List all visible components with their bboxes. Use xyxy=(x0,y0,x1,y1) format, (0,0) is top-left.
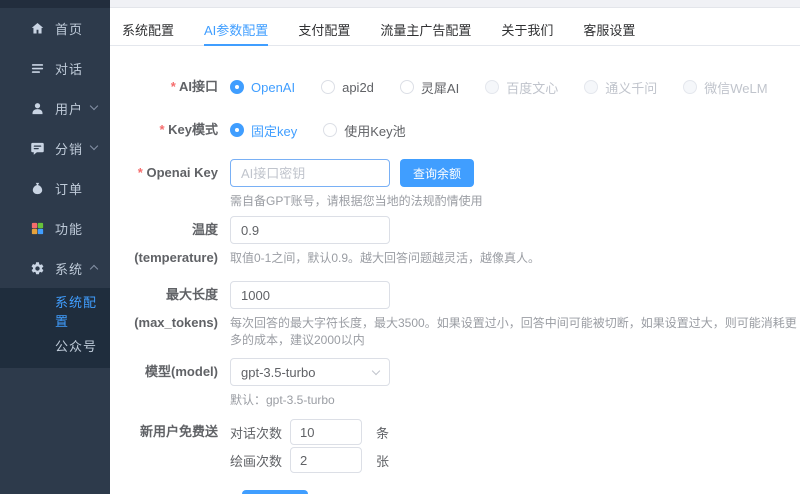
save-button[interactable]: ✓ 保存 xyxy=(242,490,309,494)
tab-ai-params[interactable]: AI参数配置 xyxy=(204,20,269,46)
chat-count-unit: 条 xyxy=(376,425,390,441)
query-balance-button[interactable]: 查询余额 xyxy=(400,159,475,187)
free-chat-quota-row: 对话次数 条 xyxy=(230,419,800,445)
radio-fixed-key[interactable]: 固定key xyxy=(230,121,297,140)
radio-lingxi-ai[interactable]: 灵犀AI xyxy=(399,78,459,97)
openai-key-input[interactable] xyxy=(230,159,390,187)
chevron-up-icon xyxy=(89,264,99,274)
sidebar-item-features[interactable]: 功能 xyxy=(0,208,110,248)
tab-about-us[interactable]: 关于我们 xyxy=(501,20,553,45)
radio-icon xyxy=(399,80,414,94)
sidebar-item-home[interactable]: 首页 xyxy=(0,8,110,48)
field-label: 新用户免费送 xyxy=(139,424,218,439)
temperature-input[interactable] xyxy=(230,216,390,244)
draw-count-input[interactable] xyxy=(290,447,363,473)
tab-customer-service[interactable]: 客服设置 xyxy=(583,20,635,45)
tab-payment-config[interactable]: 支付配置 xyxy=(298,20,350,45)
chat-count-input[interactable] xyxy=(290,419,363,445)
draw-count-unit: 张 xyxy=(376,453,390,469)
ai-interface-radio-group: OpenAI api2d 灵犀AI 百度文心 通义千问 微信WeLM xyxy=(230,77,800,97)
draw-count-label: 绘画次数 xyxy=(230,453,283,469)
sidebar-subitem-official-account[interactable]: 公众号 xyxy=(0,328,110,362)
form-actions: ✓ 保存 xyxy=(242,490,800,494)
settings-tabbar: 系统配置 AI参数配置 支付配置 流量主广告配置 关于我们 客服设置 xyxy=(110,8,800,46)
chevron-down-icon xyxy=(371,366,381,376)
sidebar-item-distribution[interactable]: 分销 xyxy=(0,128,110,168)
tab-system-config[interactable]: 系统配置 xyxy=(122,20,174,45)
user-icon xyxy=(29,100,45,116)
field-label: 最大长度(max_tokens) xyxy=(134,287,218,330)
chat-count-label: 对话次数 xyxy=(230,425,283,441)
sidebar: 首页 对话 用户 分销 订单 功能 系统 系统配置 公众号 xyxy=(0,0,110,494)
sidebar-item-label: 系统 xyxy=(55,261,84,277)
sidebar-subitem-system-config[interactable]: 系统配置 xyxy=(0,294,110,329)
radio-disabled-icon xyxy=(683,80,698,94)
form-row-ai-interface: AI接口 OpenAI api2d 灵犀AI xyxy=(110,77,800,97)
features-grid-icon xyxy=(29,220,45,236)
max-tokens-input[interactable] xyxy=(230,281,390,309)
field-label: AI接口 xyxy=(110,77,230,97)
sidebar-item-orders[interactable]: 订单 xyxy=(0,168,110,208)
field-label: Openai Key xyxy=(110,159,230,210)
tab-traffic-ads-config[interactable]: 流量主广告配置 xyxy=(380,20,471,45)
form-row-temperature: 温度(temperature) 取值0-1之间，默认0.9。越大回答问题越灵活，… xyxy=(110,216,800,272)
radio-disabled-icon xyxy=(584,80,599,94)
field-label: 模型(model) xyxy=(145,364,218,379)
sidebar-item-chat[interactable]: 对话 xyxy=(0,48,110,88)
gear-icon xyxy=(29,260,45,276)
radio-icon xyxy=(321,80,336,94)
field-label: Key模式 xyxy=(110,120,230,140)
model-select[interactable]: gpt-3.5-turbo xyxy=(230,358,390,386)
main-content: 系统配置 AI参数配置 支付配置 流量主广告配置 关于我们 客服设置 AI接口 … xyxy=(110,0,800,494)
model-help-text: 默认：gpt-3.5-turbo xyxy=(230,393,335,407)
sidebar-item-label: 用户 xyxy=(55,101,84,117)
sidebar-subitem-label: 公众号 xyxy=(55,338,98,354)
key-mode-radio-group: 固定key 使用Key池 xyxy=(230,120,800,140)
sidebar-item-label: 订单 xyxy=(55,181,84,197)
max-tokens-help-text: 每次回答的最大字符长度，最大3500。如果设置过小，回答中间可能被切断，如果设置… xyxy=(230,316,797,347)
radio-disabled-icon xyxy=(485,80,500,94)
ai-params-form: AI接口 OpenAI api2d 灵犀AI xyxy=(110,46,800,494)
radio-selected-icon xyxy=(230,123,244,137)
form-row-openai-key: Openai Key 查询余额 需自备GPT账号，请根据您当地的法规酌情使用 xyxy=(110,159,800,210)
content-top-strip xyxy=(110,0,800,8)
radio-weixin-welm: 微信WeLM xyxy=(683,78,768,97)
home-icon xyxy=(29,20,45,36)
form-row-max-tokens: 最大长度(max_tokens) 每次回答的最大字符长度，最大3500。如果设置… xyxy=(110,281,800,349)
comment-icon xyxy=(29,140,45,156)
openai-key-help-text: 需自备GPT账号，请根据您当地的法规酌情使用 xyxy=(230,194,483,208)
sidebar-item-label: 对话 xyxy=(55,61,84,77)
sidebar-item-system[interactable]: 系统 xyxy=(0,248,110,288)
model-select-value: gpt-3.5-turbo xyxy=(241,364,316,380)
app-window: 首页 对话 用户 分销 订单 功能 系统 系统配置 公众号 系统配置 AI参数配… xyxy=(0,0,800,494)
chevron-down-icon xyxy=(89,101,99,111)
sidebar-item-users[interactable]: 用户 xyxy=(0,88,110,128)
radio-api2d[interactable]: api2d xyxy=(321,80,374,95)
radio-key-pool[interactable]: 使用Key池 xyxy=(323,121,406,140)
radio-icon xyxy=(323,123,338,137)
field-label: 温度(temperature) xyxy=(134,222,218,265)
radio-openai[interactable]: OpenAI xyxy=(230,80,295,95)
chevron-down-icon xyxy=(89,141,99,151)
radio-baidu-wenxin: 百度文心 xyxy=(485,78,558,97)
sidebar-item-label: 分销 xyxy=(55,141,84,157)
temperature-help-text: 取值0-1之间，默认0.9。越大回答问题越灵活，越像真人。 xyxy=(230,251,541,265)
sidebar-subitem-label: 系统配置 xyxy=(55,295,98,329)
free-draw-quota-row: 绘画次数 张 xyxy=(230,447,800,473)
sidebar-top-strip xyxy=(0,0,110,8)
sidebar-item-label: 首页 xyxy=(55,21,84,37)
sidebar-item-label: 功能 xyxy=(55,221,84,237)
form-row-key-mode: Key模式 固定key 使用Key池 xyxy=(110,120,800,140)
money-bag-icon xyxy=(29,180,45,196)
system-submenu: 系统配置 公众号 xyxy=(0,288,110,368)
form-row-model: 模型(model) gpt-3.5-turbo 默认：gpt-3.5-turbo xyxy=(110,358,800,409)
radio-selected-icon xyxy=(230,80,244,94)
radio-tongyi-qianwen: 通义千问 xyxy=(584,78,657,97)
chat-lines-icon xyxy=(29,60,45,76)
form-row-free-quota: 新用户免费送 对话次数 条 绘画次数 张 xyxy=(110,419,800,473)
